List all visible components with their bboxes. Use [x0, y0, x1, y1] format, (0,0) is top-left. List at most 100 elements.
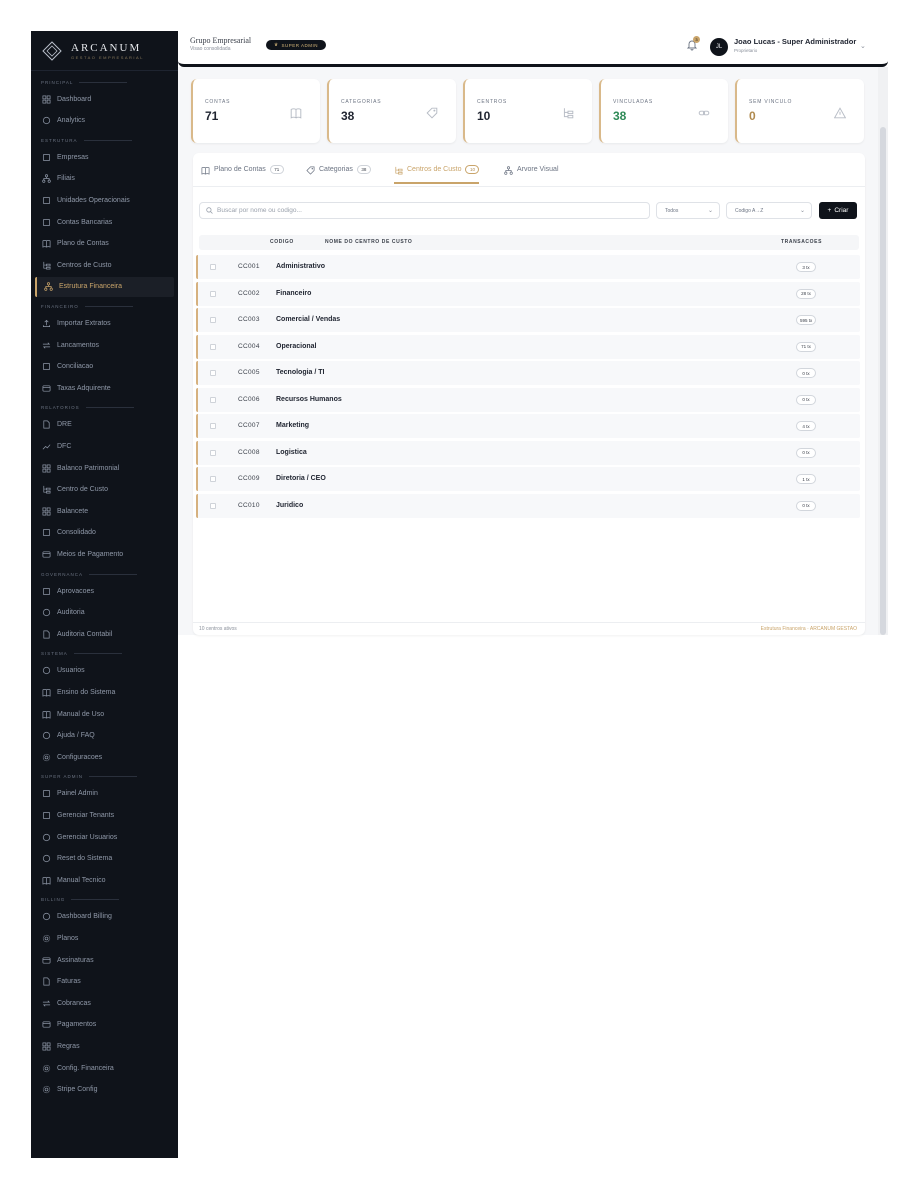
circle-icon — [41, 854, 51, 864]
column-header-name[interactable]: NOME DO CENTRO DE CUSTO — [325, 239, 412, 245]
sidebar-item-analytics[interactable]: Analytics — [35, 111, 174, 131]
stat-card-label: CONTAS — [205, 99, 231, 105]
sidebar-item-auditoria[interactable]: Auditoria — [35, 603, 174, 623]
avatar[interactable]: JL — [710, 38, 728, 56]
sidebar-item-faturas[interactable]: Faturas — [35, 972, 174, 992]
book-icon — [41, 709, 51, 719]
card-icon — [41, 383, 51, 393]
table-row[interactable]: CC005 Tecnologia / TI 0 tx — [196, 361, 860, 385]
square-icon — [41, 586, 51, 596]
link-icon — [698, 106, 710, 118]
sidebar-item-reset-do-sistema[interactable]: Reset do Sistema — [35, 849, 174, 869]
row-checkbox[interactable] — [210, 370, 216, 376]
chevron-down-icon[interactable]: ⌄ — [860, 42, 866, 50]
scrollbar-thumb[interactable] — [880, 127, 886, 635]
sidebar-item-configuracoes[interactable]: Configuracoes — [35, 747, 174, 767]
sidebar-item-taxas-adquirente[interactable]: Taxas Adquirente — [35, 378, 174, 398]
user-info[interactable]: Joao Lucas - Super Administrador Proprie… — [734, 37, 856, 53]
sidebar-item-lancamentos[interactable]: Lancamentos — [35, 335, 174, 355]
sidebar-item-usuarios[interactable]: Usuarios — [35, 661, 174, 681]
sidebar-item-painel-admin[interactable]: Painel Admin — [35, 784, 174, 804]
table-row[interactable]: CC001 Administrativo 3 tx — [196, 255, 860, 279]
sidebar-item-label: Planos — [57, 934, 79, 942]
sidebar-item-unidades-operacionais[interactable]: Unidades Operacionais — [35, 190, 174, 210]
sidebar-item-gerenciar-usuarios[interactable]: Gerenciar Usuarios — [35, 827, 174, 847]
sidebar-item-manual-de-uso[interactable]: Manual de Uso — [35, 704, 174, 724]
sidebar-item-balancete[interactable]: Balancete — [35, 501, 174, 521]
table-row[interactable]: CC006 Recursos Humanos 0 tx — [196, 387, 860, 412]
sidebar-item-aprovacoes[interactable]: Aprovacoes — [35, 581, 174, 601]
row-checkbox[interactable] — [210, 317, 216, 323]
sidebar-item-centro-de-custo[interactable]: Centro de Custo — [35, 480, 174, 500]
sidebar-item-config-financeira[interactable]: Config. Financeira — [35, 1058, 174, 1078]
sidebar-item-stripe-config[interactable]: Stripe Config — [35, 1080, 174, 1100]
sidebar-item-consolidado[interactable]: Consolidado — [35, 523, 174, 543]
sidebar-item-importar-extratos[interactable]: Importar Extratos — [35, 313, 174, 333]
table-row[interactable]: CC003 Comercial / Vendas 595 tx — [196, 308, 860, 332]
sidebar-item-meios-de-pagamento[interactable]: Meios de Pagamento — [35, 544, 174, 564]
sidebar-item-conciliacao[interactable]: Conciliacao — [35, 357, 174, 377]
sidebar-item-assinaturas[interactable]: Assinaturas — [35, 950, 174, 970]
sidebar-item-planos[interactable]: Planos — [35, 928, 174, 948]
sidebar-item-dre[interactable]: DRE — [35, 415, 174, 435]
sidebar-item-centros-de-custo[interactable]: Centros de Custo — [35, 255, 174, 275]
table-row[interactable]: CC007 Marketing 4 tx — [196, 414, 860, 438]
sidebar-item-dfc[interactable]: DFC — [35, 436, 174, 456]
sidebar-item-cobrancas[interactable]: Cobrancas — [35, 993, 174, 1013]
divider — [85, 407, 134, 409]
row-checkbox[interactable] — [210, 264, 216, 270]
square-icon — [41, 362, 51, 372]
stat-card-label: CENTROS — [477, 99, 508, 105]
main-scrollbar[interactable] — [878, 67, 888, 635]
row-checkbox[interactable] — [210, 343, 216, 350]
filter-select[interactable]: Todos ⌄ — [656, 202, 720, 219]
sidebar-item-dashboard-billing[interactable]: Dashboard Billing — [35, 907, 174, 927]
cost-center-name: Logistica — [276, 448, 307, 456]
sidebar-item-estrutura-financeira[interactable]: Estrutura Financeira — [35, 276, 174, 297]
sidebar-item-dashboard[interactable]: Dashboard — [35, 89, 174, 109]
sidebar-item-manual-tecnico[interactable]: Manual Tecnico — [35, 870, 174, 890]
column-header-transactions[interactable]: TRANSACOES — [781, 239, 822, 245]
sidebar-item-plano-de-contas[interactable]: Plano de Contas — [35, 234, 174, 254]
sidebar-item-contas-bancarias[interactable]: Contas Bancarias — [35, 212, 174, 232]
sort-select[interactable]: Codigo A→Z ⌄ — [726, 202, 812, 219]
sidebar-item-filiais[interactable]: Filiais — [35, 169, 174, 189]
table-row[interactable]: CC010 Juridico 0 tx — [196, 493, 860, 518]
tab-plano-de-contas[interactable]: Plano de Contas 71 — [201, 165, 284, 184]
table-row[interactable]: CC008 Logistica 0 tx — [196, 440, 860, 465]
sidebar-section-header: SUPER ADMIN — [31, 771, 178, 783]
row-checkbox[interactable] — [210, 396, 216, 403]
row-checkbox[interactable] — [210, 290, 216, 297]
table-row[interactable]: CC002 Financeiro 28 tx — [196, 281, 860, 306]
table-header: CODIGO NOME DO CENTRO DE CUSTO TRANSACOE… — [199, 235, 859, 250]
column-header-code[interactable]: CODIGO — [270, 239, 294, 245]
brand[interactable]: ARCANUM GESTAO EMPRESARIAL — [31, 31, 178, 71]
circle-icon — [41, 832, 51, 842]
create-button[interactable]: + Criar — [819, 202, 857, 219]
row-checkbox[interactable] — [210, 476, 216, 482]
sidebar-item-pagamentos[interactable]: Pagamentos — [35, 1015, 174, 1035]
tab-centros-de-custo[interactable]: Centros de Custo 10 — [394, 165, 480, 184]
sidebar-item-empresas[interactable]: Empresas — [35, 147, 174, 167]
row-checkbox[interactable] — [210, 449, 216, 456]
row-checkbox[interactable] — [210, 423, 216, 429]
table-row[interactable]: CC004 Operacional 71 tx — [196, 334, 860, 359]
cost-center-name: Operacional — [276, 342, 317, 350]
sidebar-item-label: Manual de Uso — [57, 710, 105, 718]
divider — [89, 776, 138, 778]
notifications-button[interactable]: 3 — [686, 36, 700, 51]
search-input[interactable]: Buscar por nome ou codigo... — [199, 202, 650, 219]
tab-categorias[interactable]: Categorias 38 — [306, 165, 371, 184]
user-name: Joao Lucas - Super Administrador — [734, 37, 857, 46]
cost-center-code: CC004 — [238, 342, 260, 350]
sidebar-item-ensino-do-sistema[interactable]: Ensino do Sistema — [35, 682, 174, 702]
table-row[interactable]: CC009 Diretoria / CEO 1 tx — [196, 467, 860, 491]
sidebar-item-regras[interactable]: Regras — [35, 1036, 174, 1056]
sidebar-item-balanco-patrimonial[interactable]: Balanco Patrimonial — [35, 458, 174, 478]
group-selector[interactable]: Grupo Empresarial Visao consolidada — [190, 36, 251, 52]
row-checkbox[interactable] — [210, 502, 216, 509]
tab-arvore-visual[interactable]: Arvore Visual — [504, 166, 559, 184]
sidebar-item-ajuda-faq[interactable]: Ajuda / FAQ — [35, 726, 174, 746]
sidebar-item-auditoria-contabil[interactable]: Auditoria Contabil — [35, 624, 174, 644]
sidebar-item-gerenciar-tenants[interactable]: Gerenciar Tenants — [35, 805, 174, 825]
